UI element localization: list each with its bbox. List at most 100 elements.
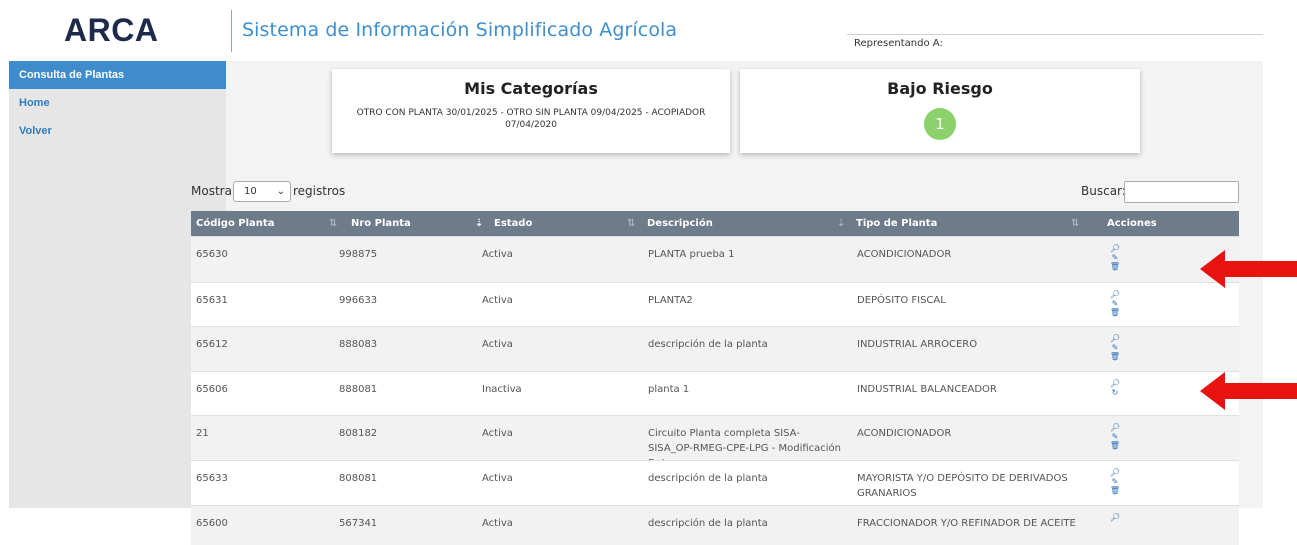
cell-descripcion: PLANTA prueba 1: [648, 249, 735, 260]
table-row: 65633 808081 Activa descripción de la pl…: [191, 460, 1239, 505]
col-estado[interactable]: Estado: [489, 211, 532, 236]
delete-icon[interactable]: 🗑︎: [1108, 441, 1122, 450]
delete-icon[interactable]: 🗑︎: [1108, 308, 1122, 317]
cell-nro: 567341: [339, 518, 378, 529]
table-row: 65631 996633 Activa PLANTA2 DEPÓSITO FIS…: [191, 282, 1239, 326]
categories-card: Mis Categorías OTRO CON PLANTA 30/01/202…: [332, 69, 730, 153]
cell-descripcion: descripción de la planta: [648, 473, 768, 484]
cell-estado: Activa: [482, 249, 513, 260]
cell-codigo: 65606: [196, 384, 228, 395]
cell-descripcion: planta 1: [648, 384, 690, 395]
table-row: 65606 888081 Inactiva planta 1 INDUSTRIA…: [191, 371, 1239, 415]
cell-nro: 996633: [339, 295, 378, 306]
edit-icon[interactable]: ✎: [1108, 477, 1122, 486]
cell-estado: Activa: [482, 339, 513, 350]
view-icon[interactable]: 🔎︎: [1108, 290, 1122, 299]
col-descripcion[interactable]: Descripción: [642, 211, 713, 236]
cell-tipo: INDUSTRIAL BALANCEADOR: [857, 384, 997, 395]
representing-label: Representando A:: [854, 38, 943, 49]
cell-estado: Activa: [482, 518, 513, 529]
categories-title: Mis Categorías: [464, 79, 598, 98]
edit-icon[interactable]: ✎: [1108, 343, 1122, 352]
cell-tipo: INDUSTRIAL ARROCERO: [857, 339, 978, 350]
col-nro-planta[interactable]: Nro Planta: [346, 211, 411, 236]
cell-estado: Activa: [482, 428, 513, 439]
sidebar-item-consulta-plantas[interactable]: Consulta de Plantas: [9, 61, 226, 89]
row-actions: 🔎︎ ✎ 🗑︎: [1108, 334, 1122, 361]
risk-card: Bajo Riesgo 1: [740, 69, 1140, 153]
sort-icon[interactable]: ⇣: [837, 211, 845, 236]
delete-icon[interactable]: 🗑︎: [1108, 486, 1122, 495]
table-row: 65630 998875 Activa PLANTA prueba 1 ACON…: [191, 236, 1239, 282]
reactivate-icon[interactable]: ↻: [1108, 388, 1122, 397]
cell-estado: Activa: [482, 473, 513, 484]
cell-descripcion: PLANTA2: [648, 295, 693, 306]
page-size-value: 10: [244, 186, 257, 197]
table-row: 21 808182 Activa Circuito Planta complet…: [191, 415, 1239, 469]
cell-nro: 998875: [339, 249, 378, 260]
table-header: Código Planta ⇅ Nro Planta ⇣ Estado ⇅ De…: [191, 211, 1239, 236]
view-icon[interactable]: 🔎︎: [1108, 379, 1122, 388]
edit-icon[interactable]: ✎: [1108, 253, 1122, 262]
arrow-shape: [1200, 250, 1297, 288]
view-icon[interactable]: 🔎︎: [1108, 513, 1122, 522]
col-tipo-planta[interactable]: Tipo de Planta: [851, 211, 937, 236]
cell-codigo: 65630: [196, 249, 228, 260]
table-row: 65600 567341 Activa descripción de la pl…: [191, 505, 1239, 545]
view-icon[interactable]: 🔎︎: [1108, 468, 1122, 477]
cell-nro: 808081: [339, 473, 378, 484]
sort-desc-icon[interactable]: ⇣: [475, 211, 483, 236]
show-label: Mostrar: [191, 184, 237, 198]
view-icon[interactable]: 🔎︎: [1108, 244, 1122, 253]
cell-nro: 888081: [339, 384, 378, 395]
cell-codigo: 65612: [196, 339, 228, 350]
cell-codigo: 65600: [196, 518, 228, 529]
col-codigo-planta[interactable]: Código Planta: [191, 211, 274, 236]
cell-tipo: ACONDICIONADOR: [857, 249, 952, 260]
view-icon[interactable]: 🔎︎: [1108, 334, 1122, 343]
table-controls: Mostrar 10 ⌄ registros Buscar:: [191, 181, 1239, 203]
cell-nro: 808182: [339, 428, 378, 439]
sort-icon[interactable]: ⇅: [627, 211, 635, 236]
representing-divider: [847, 34, 1263, 35]
row-actions: 🔎︎: [1108, 513, 1122, 522]
cell-descripcion: descripción de la planta: [648, 518, 768, 529]
cell-tipo: DEPÓSITO FISCAL: [857, 295, 946, 306]
search-input[interactable]: [1124, 181, 1239, 203]
delete-icon[interactable]: 🗑︎: [1108, 352, 1122, 361]
annotation-arrow: [1200, 372, 1297, 410]
sort-icon[interactable]: ⇅: [1071, 211, 1079, 236]
system-title: Sistema de Información Simplificado Agrí…: [242, 19, 678, 41]
categories-text: OTRO CON PLANTA 30/01/2025 - OTRO SIN PL…: [356, 108, 706, 130]
edit-icon[interactable]: ✎: [1108, 299, 1122, 308]
cell-tipo: ACONDICIONADOR: [857, 428, 952, 439]
cell-codigo: 21: [196, 428, 209, 439]
arrow-shape: [1200, 372, 1297, 410]
sidebar-item-volver[interactable]: Volver: [9, 117, 226, 145]
cell-tipo: MAYORISTA Y/O DEPÓSITO DE DERIVADOS GRAN…: [857, 473, 1068, 499]
col-acciones: Acciones: [1107, 218, 1157, 229]
risk-badge: 1: [924, 108, 956, 140]
cell-nro: 888083: [339, 339, 378, 350]
cell-codigo: 65631: [196, 295, 228, 306]
row-actions: 🔎︎ ✎ 🗑︎: [1108, 468, 1122, 495]
sidebar-item-home[interactable]: Home: [9, 89, 226, 117]
arca-logo[interactable]: ARCA: [64, 12, 158, 49]
search-label: Buscar:: [1081, 184, 1126, 198]
header-divider: [231, 10, 232, 52]
delete-icon[interactable]: 🗑︎: [1108, 262, 1122, 271]
records-label: registros: [293, 184, 346, 198]
page-size-select[interactable]: 10 ⌄: [233, 181, 291, 202]
row-actions: 🔎︎ ✎ 🗑︎: [1108, 290, 1122, 317]
cell-estado: Activa: [482, 295, 513, 306]
view-icon[interactable]: 🔎︎: [1108, 423, 1122, 432]
row-actions: 🔎︎ ↻: [1108, 379, 1122, 397]
annotation-arrow: [1200, 250, 1297, 288]
plants-table: Código Planta ⇅ Nro Planta ⇣ Estado ⇅ De…: [191, 211, 1239, 545]
sort-icon[interactable]: ⇅: [329, 211, 337, 236]
risk-title: Bajo Riesgo: [887, 79, 993, 98]
cell-codigo: 65633: [196, 473, 228, 484]
header: ARCA Sistema de Información Simplificado…: [0, 0, 1297, 60]
chevron-down-icon: ⌄: [276, 186, 285, 197]
edit-icon[interactable]: ✎: [1108, 432, 1122, 441]
